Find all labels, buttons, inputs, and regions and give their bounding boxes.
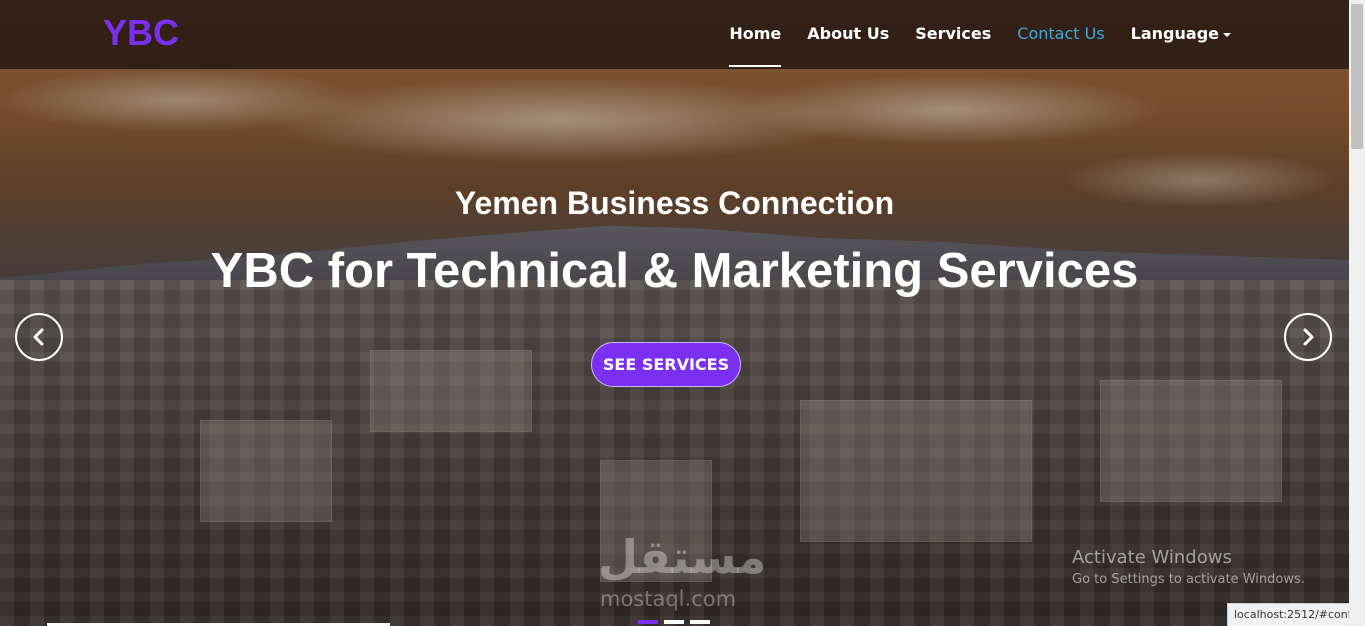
carousel-indicator-1[interactable] bbox=[638, 620, 658, 624]
watermark-latin: mostaql.com bbox=[600, 587, 737, 611]
status-bar-url: localhost:2512/#contact bbox=[1227, 603, 1365, 626]
nav-item-about-us[interactable]: About Us bbox=[807, 0, 889, 69]
activate-windows-subtitle: Go to Settings to activate Windows. bbox=[1072, 572, 1305, 587]
hero-title: YBC for Technical & Marketing Services bbox=[210, 244, 1139, 298]
carousel-indicator-3[interactable] bbox=[690, 620, 710, 624]
hero-subtitle: Yemen Business Connection bbox=[454, 185, 895, 221]
caret-down-icon bbox=[1223, 32, 1231, 37]
nav-item-label: Contact Us bbox=[1017, 24, 1105, 43]
nav-item-contact-us[interactable]: Contact Us bbox=[1017, 0, 1104, 69]
activate-windows-title: Activate Windows bbox=[1072, 547, 1232, 568]
page: YBC Home About Us Services Contact Us La… bbox=[0, 0, 1349, 626]
nav-item-services[interactable]: Services bbox=[915, 0, 991, 69]
top-navbar: YBC Home About Us Services Contact Us La… bbox=[0, 0, 1349, 69]
nav-item-label: About Us bbox=[807, 24, 890, 43]
nav-menu: Home About Us Services Contact Us Langua… bbox=[703, 0, 1231, 69]
carousel-indicator-2[interactable] bbox=[664, 620, 684, 624]
chevron-right-icon bbox=[1303, 328, 1314, 346]
scrollbar-thumb[interactable] bbox=[1351, 4, 1363, 149]
carousel-next-button[interactable] bbox=[1284, 313, 1332, 361]
carousel-indicators bbox=[638, 620, 716, 624]
brand-logo[interactable]: YBC bbox=[103, 12, 179, 54]
nav-item-language-dropdown[interactable]: Language bbox=[1131, 0, 1231, 69]
chevron-left-icon bbox=[33, 328, 44, 346]
nav-item-label: Language bbox=[1130, 24, 1219, 43]
nav-item-label: Services bbox=[915, 24, 992, 43]
nav-item-home[interactable]: Home bbox=[729, 0, 781, 69]
watermark-arabic: مستقل bbox=[598, 530, 767, 584]
see-services-button[interactable]: SEE SERVICES bbox=[591, 342, 741, 387]
carousel-prev-button[interactable] bbox=[15, 313, 63, 361]
nav-item-label: Home bbox=[729, 24, 782, 43]
